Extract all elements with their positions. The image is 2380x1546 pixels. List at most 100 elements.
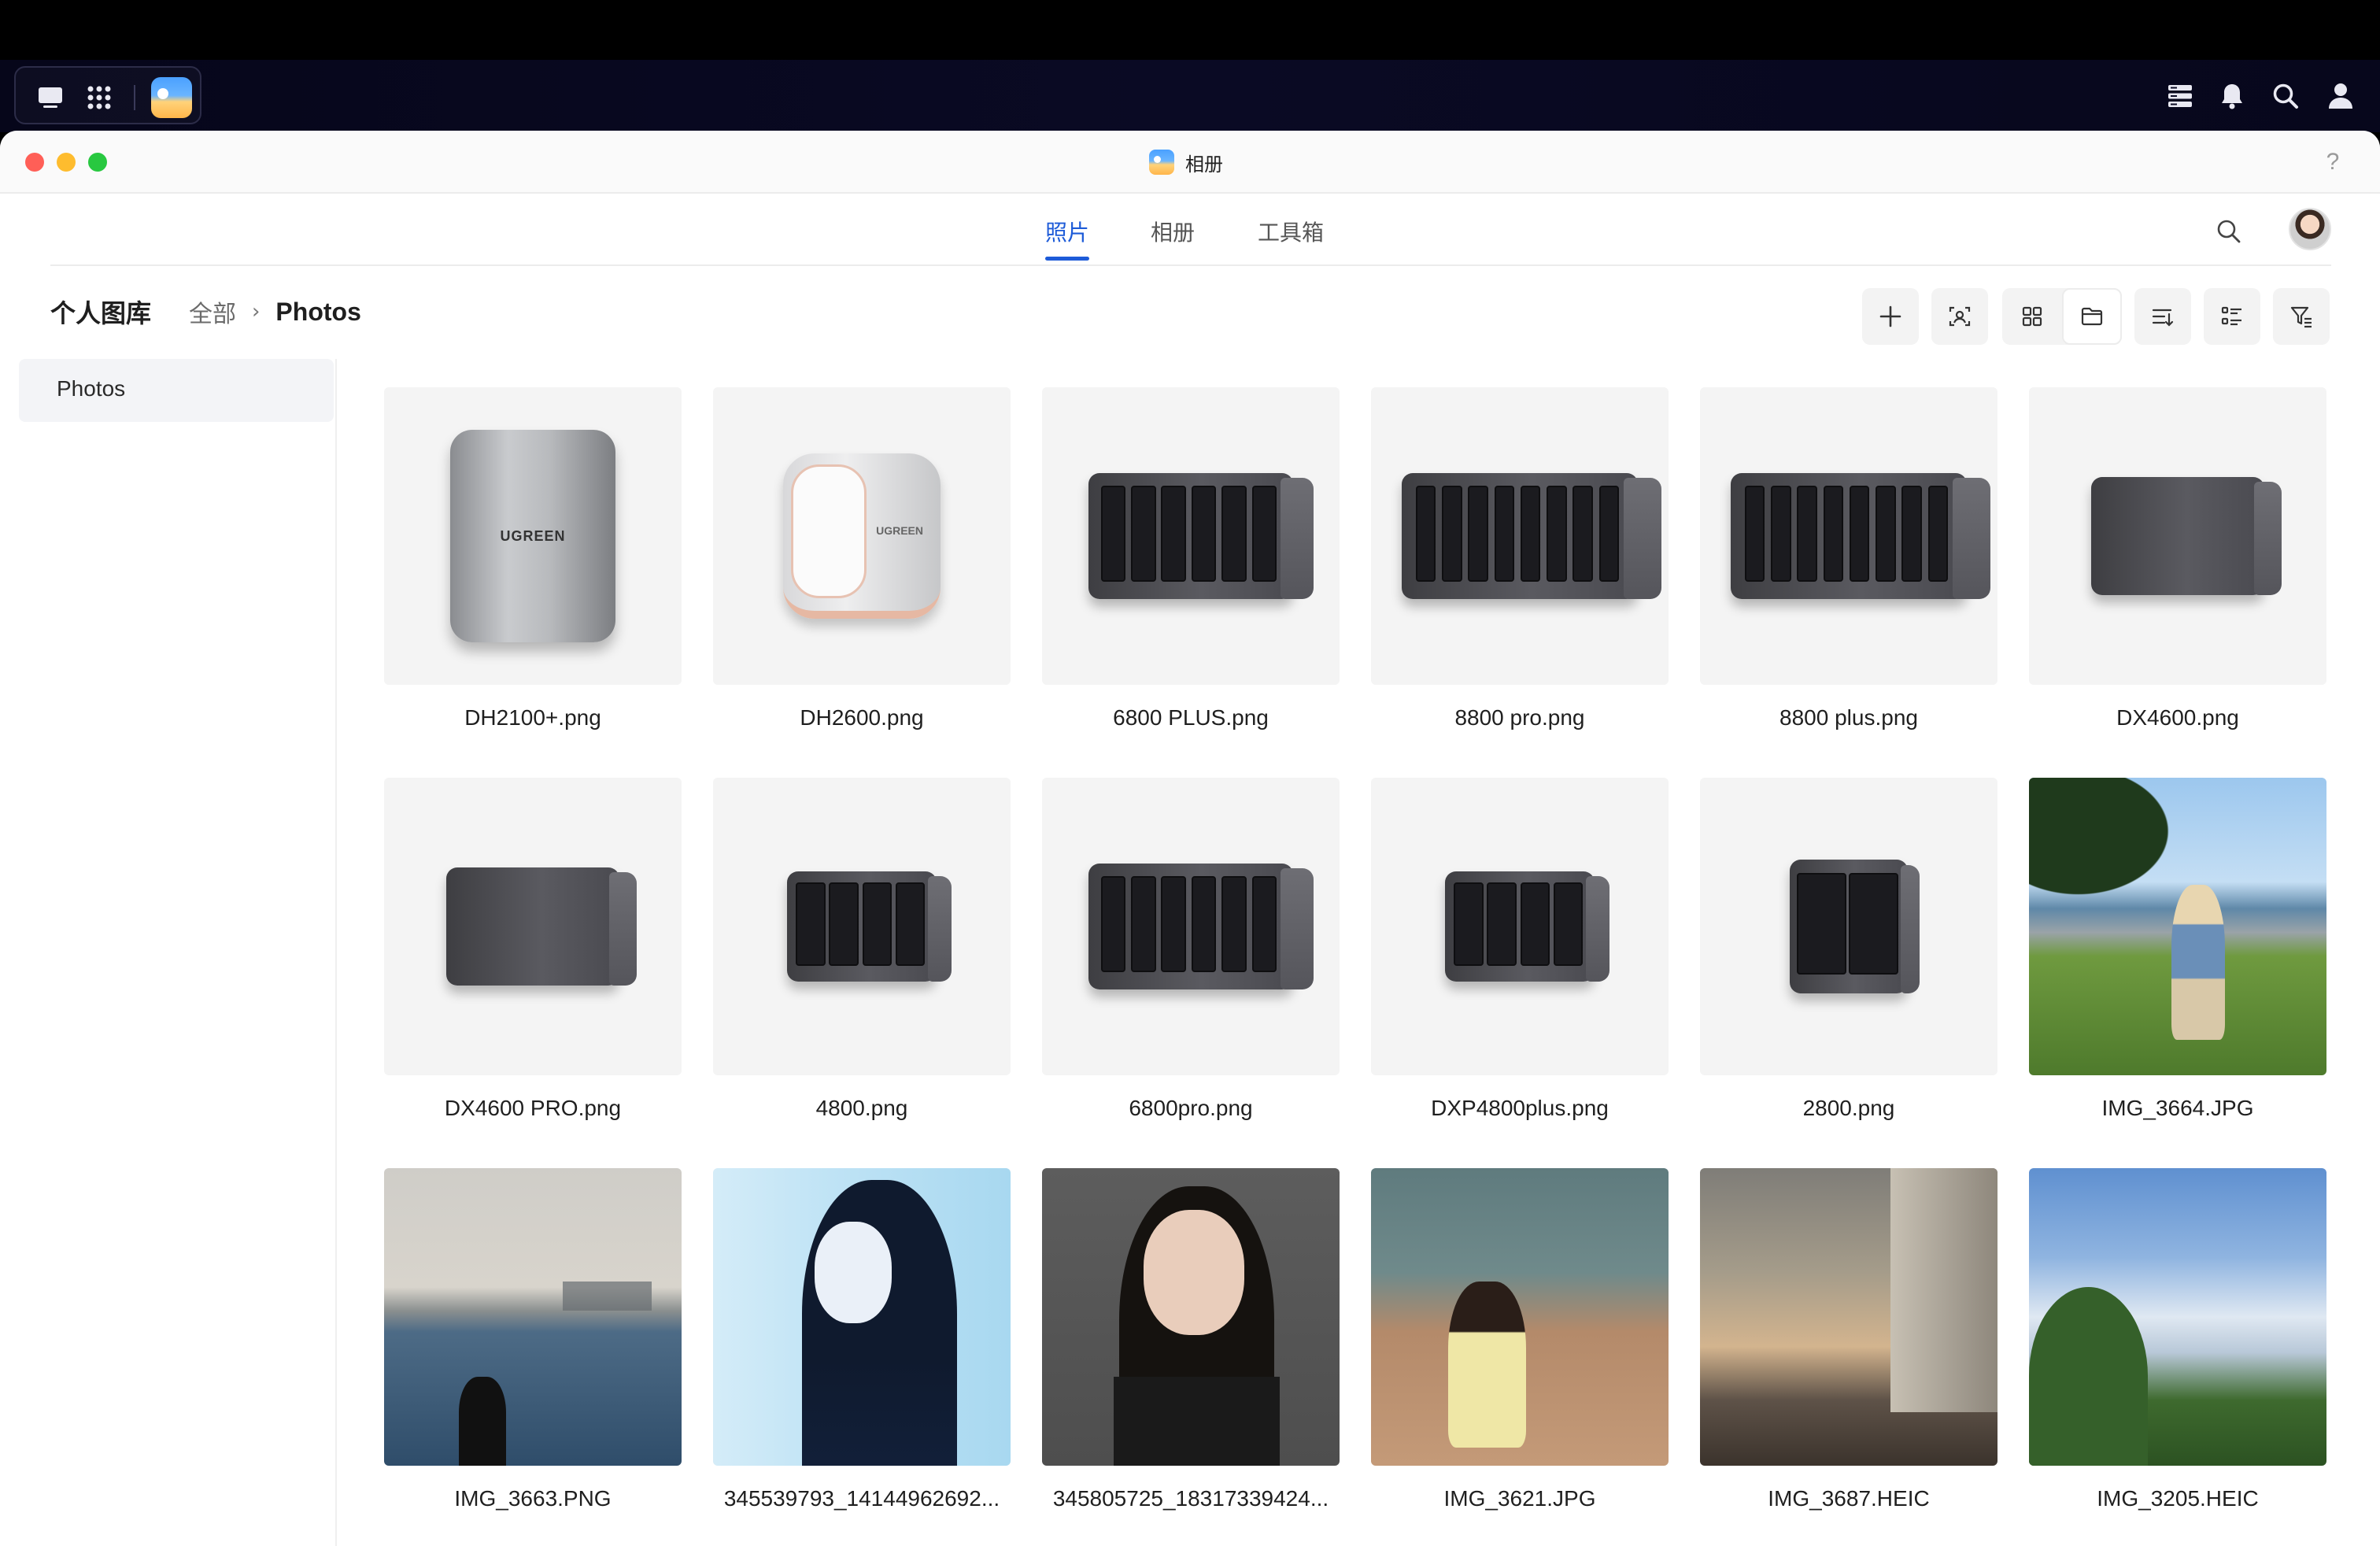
- photo-thumbnail[interactable]: [1042, 1168, 1340, 1466]
- user-icon[interactable]: [2323, 79, 2358, 113]
- add-button[interactable]: [1862, 288, 1919, 345]
- photo-thumbnail[interactable]: UGREEN: [713, 387, 1011, 685]
- tray-blurred-status: [1990, 91, 2144, 107]
- photo-thumbnail[interactable]: [2029, 778, 2326, 1075]
- face-scan-button[interactable]: [1931, 288, 1988, 345]
- photos-window: 相册 ? 照片 相册 工具箱 个人图库 全部 › Photos Photos U…: [0, 131, 2380, 1546]
- photo-tile[interactable]: 6800 PLUS.png: [1042, 387, 1340, 730]
- tab-toolbox[interactable]: 工具箱: [1258, 216, 1324, 247]
- photo-tile[interactable]: DX4600 PRO.png: [384, 778, 682, 1120]
- photo-thumbnail[interactable]: [1371, 1168, 1669, 1466]
- grid-view-icon: [2022, 306, 2042, 327]
- search-icon[interactable]: [2213, 216, 2245, 247]
- library-title: 个人图库: [50, 298, 152, 328]
- grid-view-button[interactable]: [2002, 288, 2062, 345]
- photo-tile[interactable]: UGREEN DH2600.png: [713, 387, 1011, 730]
- photo-filename: 2800.png: [1802, 1096, 1895, 1120]
- main-nav: 照片 相册 工具箱: [50, 194, 2331, 266]
- photo-filename: 4800.png: [815, 1096, 908, 1120]
- photo-thumbnail[interactable]: [1042, 387, 1340, 685]
- photo-tile[interactable]: 4800.png: [713, 778, 1011, 1120]
- photo-filename: IMG_3687.HEIC: [1768, 1486, 1930, 1511]
- photo-thumbnail[interactable]: [2029, 1168, 2326, 1466]
- taskbar: [0, 60, 2380, 132]
- desktop-icon[interactable]: [36, 83, 65, 112]
- photo-filename: 6800 PLUS.png: [1113, 705, 1269, 730]
- photo-thumbnail[interactable]: [384, 1168, 682, 1466]
- photo-tile[interactable]: 2800.png: [1700, 778, 1998, 1120]
- avatar[interactable]: [2289, 208, 2331, 250]
- photo-filename: DX4600 PRO.png: [444, 1096, 622, 1120]
- filter-icon: [2290, 306, 2312, 328]
- photo-thumbnail[interactable]: [1700, 1168, 1998, 1466]
- window-title: 相册: [1185, 153, 1223, 176]
- folder-view-button[interactable]: [2062, 288, 2122, 345]
- photo-tile[interactable]: IMG_3687.HEIC: [1700, 1168, 1998, 1511]
- bell-icon[interactable]: [2215, 79, 2249, 113]
- photo-tile[interactable]: UGREEN DH2100+.png: [384, 387, 682, 730]
- add-icon: [1879, 305, 1901, 327]
- photo-filename: IMG_3205.HEIC: [2097, 1486, 2259, 1511]
- photo-filename: 345539793_14144962692...: [723, 1486, 1000, 1511]
- window-title-group: 相册: [1149, 148, 1223, 176]
- photo-tile[interactable]: 8800 pro.png: [1371, 387, 1669, 730]
- sort-button[interactable]: [2134, 288, 2191, 345]
- breadcrumb-root[interactable]: 全部: [189, 294, 236, 329]
- photo-thumbnail[interactable]: [713, 778, 1011, 1075]
- photo-tile[interactable]: IMG_3205.HEIC: [2029, 1168, 2326, 1511]
- taskbar-separator: [134, 85, 135, 110]
- folder-view-icon: [2081, 307, 2103, 326]
- photo-thumbnail[interactable]: UGREEN: [384, 387, 682, 685]
- maximize-window-button[interactable]: [88, 153, 107, 172]
- sidebar-item-label: Photos: [57, 376, 126, 401]
- photo-filename: DH2100+.png: [464, 705, 601, 730]
- photo-grid: UGREEN DH2100+.png UGREEN DH2600.png 6800 PL…: [384, 387, 2328, 1546]
- photo-filename: DXP4800plus.png: [1431, 1096, 1609, 1120]
- photo-thumbnail[interactable]: [713, 1168, 1011, 1466]
- close-window-button[interactable]: [25, 153, 44, 172]
- photo-filename: 345805725_18317339424...: [1052, 1486, 1329, 1511]
- photo-filename: 8800 pro.png: [1454, 705, 1585, 730]
- photo-tile[interactable]: DXP4800plus.png: [1371, 778, 1669, 1120]
- sidebar-item-photos[interactable]: Photos: [19, 359, 334, 422]
- list-view-icon: [2221, 306, 2241, 326]
- os-top-bar: [0, 0, 2380, 60]
- photo-filename: 6800pro.png: [1129, 1096, 1253, 1120]
- photo-tile[interactable]: IMG_3664.JPG: [2029, 778, 2326, 1120]
- photo-tile[interactable]: 6800pro.png: [1042, 778, 1340, 1120]
- photo-thumbnail[interactable]: [1042, 778, 1340, 1075]
- photo-thumbnail[interactable]: [384, 778, 682, 1075]
- photo-filename: DH2600.png: [800, 705, 924, 730]
- photo-thumbnail[interactable]: [1371, 778, 1669, 1075]
- breadcrumb-current: Photos: [275, 297, 361, 326]
- photos-app-icon[interactable]: [151, 77, 192, 118]
- photo-tile[interactable]: 345805725_18317339424...: [1042, 1168, 1340, 1511]
- search-icon[interactable]: [2268, 79, 2303, 113]
- apps-grid-icon[interactable]: [85, 83, 113, 112]
- tab-photos[interactable]: 照片: [1045, 216, 1089, 247]
- photo-tile[interactable]: 8800 plus.png: [1700, 387, 1998, 730]
- photo-tile[interactable]: IMG_3663.PNG: [384, 1168, 682, 1511]
- photo-filename: 8800 plus.png: [1779, 705, 1918, 730]
- help-button[interactable]: ?: [2317, 146, 2349, 178]
- chevron-right-icon: ›: [252, 300, 261, 324]
- photo-filename: IMG_3621.JPG: [1443, 1486, 1596, 1511]
- photo-thumbnail[interactable]: [1700, 387, 1998, 685]
- list-view-button[interactable]: [2204, 288, 2260, 345]
- taskbar-launcher-group: [14, 66, 201, 124]
- tab-albums[interactable]: 相册: [1151, 216, 1195, 247]
- photo-tile[interactable]: DX4600.png: [2029, 387, 2326, 730]
- photo-filename: IMG_3663.PNG: [454, 1486, 612, 1511]
- photo-thumbnail[interactable]: [1371, 387, 1669, 685]
- task-manager-icon[interactable]: [2163, 79, 2197, 113]
- photo-thumbnail[interactable]: [2029, 387, 2326, 685]
- photo-tile[interactable]: 345539793_14144962692...: [713, 1168, 1011, 1511]
- face-scan-icon: [1949, 306, 1971, 327]
- filter-button[interactable]: [2273, 288, 2330, 345]
- active-tab-indicator: [1045, 257, 1089, 261]
- minimize-window-button[interactable]: [57, 153, 76, 172]
- photo-thumbnail[interactable]: [1700, 778, 1998, 1075]
- photo-tile[interactable]: IMG_3621.JPG: [1371, 1168, 1669, 1511]
- sort-icon: [2152, 309, 2174, 327]
- photo-filename: IMG_3664.JPG: [2101, 1096, 2254, 1120]
